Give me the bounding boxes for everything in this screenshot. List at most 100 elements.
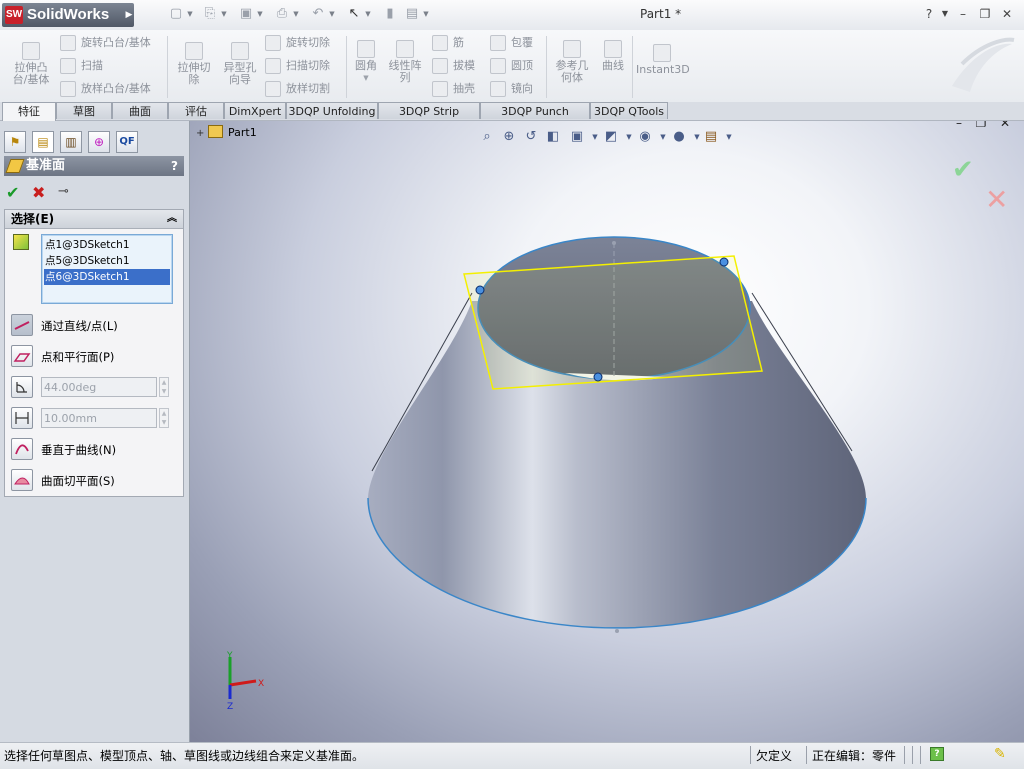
fillet-dropdown-icon[interactable]: ▼ (350, 72, 382, 84)
undo-dropdown-icon[interactable]: ▼ (328, 6, 336, 22)
pin-icon[interactable]: ⊸ (58, 184, 69, 199)
menu-expand-arrow-icon[interactable]: ▶ (124, 3, 134, 27)
tab-3dqp-unfolding[interactable]: 3DQP Unfolding (286, 102, 378, 119)
open-icon[interactable]: ⎘ (202, 6, 218, 22)
extrude-boss-button[interactable]: 拉伸凸 台/基体 (8, 42, 54, 86)
tab-label: 评估 (185, 105, 207, 118)
configuration-manager-tab-icon[interactable]: ▥ (60, 131, 82, 153)
loft-boss-icon (60, 81, 76, 97)
status-bar: 选择任何草图点、模型顶点、轴、草图线或边线组合来定义基准面。 欠定义 正在编辑：… (0, 742, 1024, 769)
wrap-icon (490, 35, 506, 51)
angle-input[interactable]: 44.00deg (41, 377, 157, 397)
tab-label: 3DQP QTools (593, 105, 664, 118)
curves-button[interactable]: 曲线 (598, 40, 628, 72)
linear-pattern-icon (396, 40, 414, 58)
undo-icon[interactable]: ↶ (310, 6, 326, 22)
close-window-icon[interactable]: ✕ (998, 6, 1016, 22)
tab-sketch[interactable]: 草图 (56, 102, 112, 119)
sweep-cut-button[interactable]: 扫描切除 (265, 57, 330, 75)
restore-window-icon[interactable]: ❐ (976, 6, 994, 22)
help-icon[interactable]: ? (171, 156, 178, 176)
hole-wizard-button[interactable]: 异型孔 向导 (218, 42, 262, 86)
select-icon[interactable]: ↖ (346, 6, 362, 22)
print-dropdown-icon[interactable]: ▼ (292, 6, 300, 22)
offset-distance-stepper-icon[interactable]: ▲ ▼ (159, 408, 169, 428)
loft-cut-label: 放样切割 (286, 82, 330, 95)
shell-button[interactable]: 抽壳 (432, 80, 475, 98)
options-icon[interactable]: ▤ (404, 6, 420, 22)
new-dropdown-icon[interactable]: ▼ (186, 6, 194, 22)
tab-dimxpert[interactable]: DimXpert (224, 102, 286, 119)
dome-label: 圆顶 (511, 59, 533, 72)
angle-icon[interactable] (11, 376, 33, 398)
vertex-selection-icon (13, 234, 29, 250)
print-icon[interactable]: ⎙ (274, 6, 290, 22)
minimize-window-icon[interactable]: – (954, 6, 972, 22)
list-item[interactable]: 点1@3DSketch1 (44, 237, 170, 253)
list-item[interactable]: 点5@3DSketch1 (44, 253, 170, 269)
dome-button[interactable]: 圆顶 (490, 57, 533, 75)
list-item[interactable]: 点6@3DSketch1 (44, 269, 170, 285)
selection-group-header[interactable]: 选择(E) ︽ (5, 210, 183, 229)
offset-distance-icon[interactable] (11, 407, 33, 429)
datum-plane-preview[interactable] (463, 255, 763, 390)
revolve-boss-button[interactable]: 旋转凸台/基体 (60, 34, 151, 52)
options-dropdown-icon[interactable]: ▼ (422, 6, 430, 22)
save-icon[interactable]: ▣ (238, 6, 254, 22)
loft-boss-button[interactable]: 放样凸台/基体 (60, 80, 151, 98)
quick-tips-help-icon[interactable]: ? (930, 747, 944, 761)
triad-y-label: Y (226, 651, 233, 661)
tab-evaluate[interactable]: 评估 (168, 102, 224, 119)
model-graphics: Y X Z (226, 236, 867, 712)
tag-icon[interactable]: ✎ (994, 747, 1008, 761)
revolve-cut-button[interactable]: 旋转切除 (265, 34, 330, 52)
rib-button[interactable]: 筋 (432, 34, 464, 52)
tab-3dqp-qtools[interactable]: 3DQP QTools (590, 102, 668, 119)
tab-3dqp-strip-layout[interactable]: 3DQP Strip Layout (378, 102, 480, 135)
hole-wizard-label: 异型孔 向导 (223, 61, 257, 86)
selection-list[interactable]: 点1@3DSketch1 点5@3DSketch1 点6@3DSketch1 (41, 234, 173, 304)
graphics-viewport[interactable]: + Part1 ⌕ ⊕ ↺ ◧ ▣ ▼ ◩ ▼ ◉ ▼ ● ▼ ▤ ▼ – ❐ ✕… (190, 121, 1024, 742)
extrude-cut-button[interactable]: 拉伸切 除 (172, 42, 216, 86)
tab-3dqp-punch-design[interactable]: 3DQP Punch Design (480, 102, 590, 135)
ok-button[interactable]: ✔ (6, 183, 19, 202)
angle-stepper-icon[interactable]: ▲ ▼ (159, 377, 169, 397)
through-lines-points-icon[interactable] (11, 314, 33, 336)
new-icon[interactable]: ▢ (168, 6, 184, 22)
on-surface-icon[interactable] (11, 469, 33, 491)
property-manager-tab-icon[interactable]: ▤ (32, 131, 54, 153)
linear-pattern-button[interactable]: 线性阵 列 (384, 40, 426, 84)
dimxpert-manager-tab-icon[interactable]: ⊕ (88, 131, 110, 153)
instant3d-button[interactable]: Instant3D (636, 44, 690, 76)
cancel-button[interactable]: ✖ (32, 183, 45, 202)
mirror-button[interactable]: 镜向 (490, 80, 533, 98)
save-dropdown-icon[interactable]: ▼ (256, 6, 264, 22)
sweep-button[interactable]: 扫描 (60, 57, 103, 75)
offset-distance-input[interactable]: 10.00mm (41, 408, 157, 428)
tab-features[interactable]: 特征 (2, 102, 56, 121)
open-dropdown-icon[interactable]: ▼ (220, 6, 228, 22)
reference-geometry-button[interactable]: 参考几 何体 (551, 40, 593, 84)
definition-status: 欠定义 (756, 749, 793, 763)
tab-surfaces[interactable]: 曲面 (112, 102, 168, 119)
toolbar-divider (632, 36, 633, 98)
parallel-plane-label: 点和平行面(P) (41, 350, 115, 364)
solidworks-menu-logo[interactable]: SW SolidWorks ▶ (2, 3, 134, 27)
solidworks-badge: SW (5, 6, 23, 24)
linear-pattern-label: 线性阵 列 (388, 59, 422, 84)
fillet-button[interactable]: 圆角 ▼ (350, 40, 382, 84)
wrap-button[interactable]: 包覆 (490, 34, 533, 52)
toolbar-divider (546, 36, 547, 98)
normal-to-curve-icon[interactable] (11, 438, 33, 460)
qf-tab-icon[interactable]: QF (116, 131, 138, 153)
curves-label: 曲线 (602, 59, 624, 72)
parallel-plane-icon[interactable] (11, 345, 33, 367)
draft-button[interactable]: 拔模 (432, 57, 475, 75)
hole-wizard-icon (231, 42, 249, 60)
loft-cut-button[interactable]: 放样切割 (265, 80, 330, 98)
rebuild-icon[interactable]: ▮ (382, 6, 398, 22)
collapse-chevron-icon[interactable]: ︽ (167, 210, 177, 228)
feature-manager-tab-icon[interactable]: ⚑ (4, 131, 26, 153)
select-dropdown-icon[interactable]: ▼ (364, 6, 372, 22)
help-dropdown-icon[interactable]: ▼ (936, 6, 954, 22)
